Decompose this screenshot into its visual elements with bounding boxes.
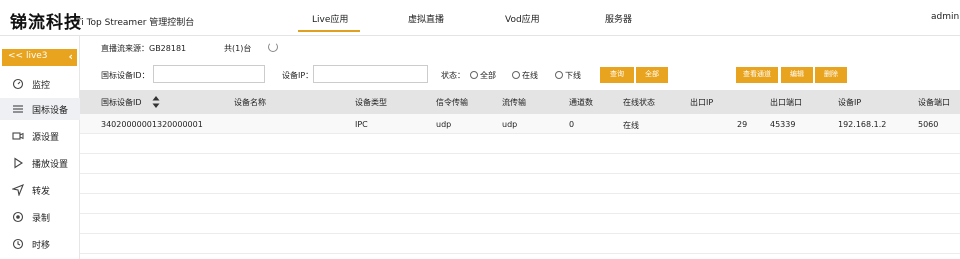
column-header: 出口端口 xyxy=(770,98,802,107)
status-label: 状态： xyxy=(441,71,465,80)
nav-live-app[interactable]: Live应用 xyxy=(312,12,348,25)
cell-device-ip: 192.168.1.2 xyxy=(838,120,887,129)
sidebar-item-label: 播放设置 xyxy=(32,160,69,170)
sidebar-item-label: 录制 xyxy=(32,214,51,224)
table-row-empty xyxy=(80,134,960,154)
view-channels-button[interactable]: 查看通道 xyxy=(736,67,778,83)
top-bar: 锑流科技 Ti Top Streamer 管理控制台 Live应用 虚拟直播 V… xyxy=(0,0,960,36)
stream-source-label: 直播流来源：GB28181 xyxy=(101,44,187,53)
status-radio-online[interactable]: 在线 xyxy=(512,70,538,81)
sidebar-item-label: 转发 xyxy=(32,187,51,197)
cell-egress-ip: 29 xyxy=(737,120,748,129)
user-menu[interactable]: admin xyxy=(931,12,959,22)
nav-active-indicator xyxy=(298,30,360,32)
device-ip-input[interactable] xyxy=(313,65,428,83)
nav-virtual-live[interactable]: 虚拟直播 xyxy=(408,12,444,25)
sidebar-item-timeshift[interactable]: 时移 xyxy=(0,233,80,255)
query-button[interactable]: 查询 xyxy=(600,67,634,83)
device-id-label: 国标设备ID： xyxy=(101,71,150,80)
column-header: 设备端口 xyxy=(918,98,950,107)
sidebar-item-forward[interactable]: 转发 xyxy=(0,179,80,201)
sort-icon[interactable] xyxy=(152,95,160,109)
radio-circle-icon xyxy=(470,71,478,79)
radio-circle-icon xyxy=(555,71,563,79)
column-header: 信令传输 xyxy=(436,98,468,107)
sidebar-item-label: 源设置 xyxy=(32,133,60,143)
status-radio-offline[interactable]: 下线 xyxy=(555,70,581,81)
status-radio-all[interactable]: 全部 xyxy=(470,70,496,81)
status-option-label: 全部 xyxy=(480,71,496,80)
column-header: 流传输 xyxy=(502,98,526,107)
list-icon xyxy=(13,105,23,113)
sidebar-item-gb-devices[interactable]: 国标设备 xyxy=(0,98,80,120)
sidebar-item-source-settings[interactable]: 源设置 xyxy=(0,125,80,147)
cell-egress-port: 45339 xyxy=(770,120,796,129)
cell-signaling: udp xyxy=(436,120,452,129)
app-selector-label: << live3 xyxy=(8,51,48,61)
device-count: 共(1)台 xyxy=(224,44,252,53)
table-row-empty xyxy=(80,234,960,254)
device-id-input[interactable] xyxy=(153,65,265,83)
brand-subtitle: Ti Top Streamer 管理控制台 xyxy=(76,18,195,28)
cell-online-status: 在线 xyxy=(623,121,639,130)
sidebar: << live3 ‹ 监控 国标设备 源设置 播放设置 转发 录制 时移 xyxy=(0,36,80,259)
table-row-empty xyxy=(80,174,960,194)
play-icon xyxy=(14,157,24,169)
loading-spinner-icon xyxy=(268,42,278,52)
sidebar-item-monitor[interactable]: 监控 xyxy=(0,73,80,95)
show-all-button[interactable]: 全部 xyxy=(636,67,668,83)
table-row-empty xyxy=(80,154,960,174)
table-row[interactable]: 34020000001320000001 IPC udp udp 0 在线 29… xyxy=(80,114,960,134)
column-header: 设备IP xyxy=(838,98,862,107)
clock-icon xyxy=(12,238,24,250)
sidebar-item-label: 时移 xyxy=(32,241,51,251)
radio-circle-icon xyxy=(512,71,520,79)
status-option-label: 在线 xyxy=(522,71,538,80)
nav-vod-app[interactable]: Vod应用 xyxy=(505,12,540,25)
column-header: 设备名称 xyxy=(234,98,266,107)
table-row-empty xyxy=(80,214,960,234)
collapse-icon[interactable]: ‹ xyxy=(68,50,73,63)
column-header: 通道数 xyxy=(569,98,593,107)
edit-button[interactable]: 编辑 xyxy=(781,67,813,83)
sidebar-item-label: 国标设备 xyxy=(32,106,69,116)
cell-device-port: 5060 xyxy=(918,120,939,129)
record-icon xyxy=(12,211,24,223)
cell-device-type: IPC xyxy=(355,120,368,129)
sidebar-item-record[interactable]: 录制 xyxy=(0,206,80,228)
camera-icon xyxy=(12,132,24,140)
cell-device-id: 34020000001320000001 xyxy=(101,120,203,129)
nav-server[interactable]: 服务器 xyxy=(605,12,632,25)
brand-logo: 锑流科技 xyxy=(10,13,82,33)
column-header: 出口IP xyxy=(690,98,714,107)
column-header: 在线状态 xyxy=(623,98,655,107)
column-header[interactable]: 国标设备ID xyxy=(101,97,142,108)
send-icon xyxy=(12,184,24,196)
cell-channel-count: 0 xyxy=(569,120,575,129)
delete-button[interactable]: 删除 xyxy=(815,67,847,83)
table-header: 国标设备ID 设备名称 设备类型 信令传输 流传输 通道数 在线状态 出口IP … xyxy=(80,90,960,114)
column-header: 设备类型 xyxy=(355,98,387,107)
sidebar-item-label: 监控 xyxy=(32,81,51,91)
table-row-empty xyxy=(80,194,960,214)
status-option-label: 下线 xyxy=(565,71,581,80)
gauge-icon xyxy=(12,78,24,90)
cell-stream-transport: udp xyxy=(502,120,518,129)
app-selector[interactable]: << live3 ‹ xyxy=(2,49,77,66)
device-ip-label: 设备IP： xyxy=(282,71,314,80)
sidebar-item-play-settings[interactable]: 播放设置 xyxy=(0,152,80,174)
